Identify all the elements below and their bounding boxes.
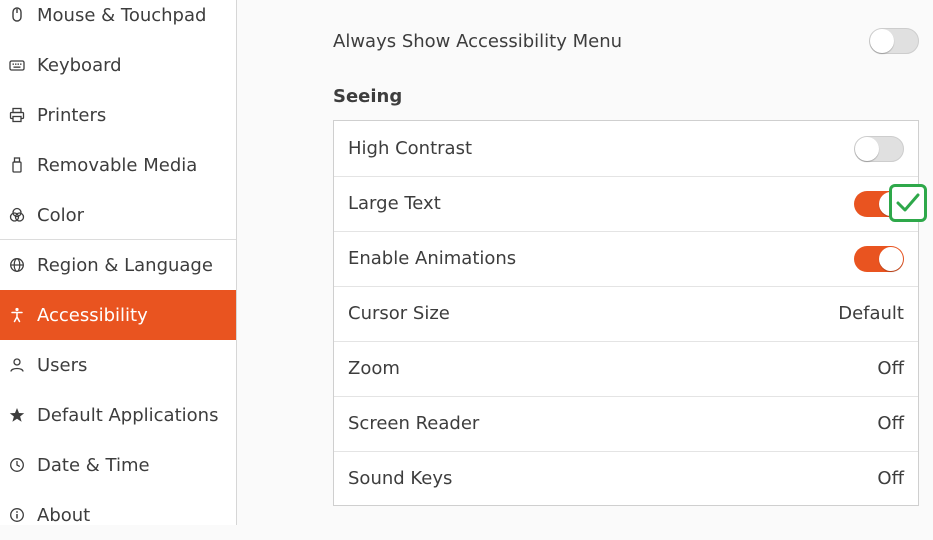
row-high-contrast[interactable]: High Contrast [334, 121, 918, 176]
row-label: High Contrast [348, 138, 473, 159]
always-show-menu-switch[interactable] [869, 28, 919, 54]
sidebar-item-region-language[interactable]: Region & Language [0, 240, 236, 290]
sidebar-item-label: About [37, 504, 91, 526]
clock-icon [9, 457, 25, 473]
row-label: Screen Reader [348, 413, 480, 434]
row-cursor-size[interactable]: Cursor Size Default [334, 286, 918, 341]
sidebar-item-printers[interactable]: Printers [0, 90, 236, 140]
sidebar-item-label: Default Applications [37, 404, 219, 426]
sound-keys-value: Off [877, 468, 904, 489]
section-title-seeing: Seeing [333, 86, 403, 107]
accessibility-panel: Always Show Accessibility Menu Seeing Hi… [238, 0, 933, 525]
sidebar-item-accessibility[interactable]: Accessibility [0, 290, 236, 340]
sidebar-item-label: Region & Language [37, 254, 213, 276]
row-sound-keys[interactable]: Sound Keys Off [334, 451, 918, 506]
sidebar-item-label: Mouse & Touchpad [37, 4, 207, 26]
sidebar: Mouse & Touchpad Keyboard Printers Remov… [0, 0, 237, 526]
removable-media-icon [9, 157, 25, 173]
screen-reader-value: Off [877, 413, 904, 434]
sidebar-item-about[interactable]: About [0, 490, 236, 540]
enable-animations-switch[interactable] [854, 245, 904, 272]
switch-knob [855, 136, 879, 161]
sidebar-item-label: Color [37, 204, 84, 226]
accessibility-icon [9, 307, 25, 323]
globe-icon [9, 257, 25, 273]
mouse-icon [9, 7, 25, 23]
switch-knob [879, 246, 903, 271]
sidebar-item-removable-media[interactable]: Removable Media [0, 140, 236, 190]
seeing-list: High Contrast Large Text Enable Animatio… [333, 120, 927, 506]
row-label: Sound Keys [348, 468, 453, 489]
cursor-size-value: Default [838, 303, 904, 324]
sidebar-item-label: Keyboard [37, 54, 122, 76]
info-icon [9, 507, 25, 523]
sidebar-item-date-time[interactable]: Date & Time [0, 440, 236, 490]
row-label: Enable Animations [348, 248, 517, 269]
color-icon [9, 207, 25, 223]
keyboard-icon [9, 57, 25, 73]
row-enable-animations[interactable]: Enable Animations [334, 231, 918, 286]
always-show-menu-row: Always Show Accessibility Menu [333, 22, 919, 60]
sidebar-item-keyboard[interactable]: Keyboard [0, 40, 236, 90]
row-zoom[interactable]: Zoom Off [334, 341, 918, 396]
high-contrast-switch[interactable] [854, 135, 904, 162]
star-icon [9, 407, 25, 423]
sidebar-item-label: Printers [37, 104, 107, 126]
zoom-value: Off [877, 358, 904, 379]
row-label: Cursor Size [348, 303, 450, 324]
sidebar-item-users[interactable]: Users [0, 340, 236, 390]
row-label: Zoom [348, 358, 400, 379]
row-large-text[interactable]: Large Text [334, 176, 918, 231]
sidebar-item-color[interactable]: Color [0, 190, 236, 240]
always-show-menu-label: Always Show Accessibility Menu [333, 30, 623, 52]
checkmark-icon [889, 184, 927, 222]
users-icon [9, 357, 25, 373]
sidebar-item-label: Date & Time [37, 454, 150, 476]
sidebar-item-mouse-touchpad[interactable]: Mouse & Touchpad [0, 0, 236, 40]
sidebar-item-label: Users [37, 354, 88, 376]
sidebar-item-default-applications[interactable]: Default Applications [0, 390, 236, 440]
row-screen-reader[interactable]: Screen Reader Off [334, 396, 918, 451]
row-label: Large Text [348, 193, 441, 214]
sidebar-item-label: Removable Media [37, 154, 198, 176]
sidebar-item-label: Accessibility [37, 304, 148, 326]
switch-knob [870, 29, 894, 53]
printer-icon [9, 107, 25, 123]
